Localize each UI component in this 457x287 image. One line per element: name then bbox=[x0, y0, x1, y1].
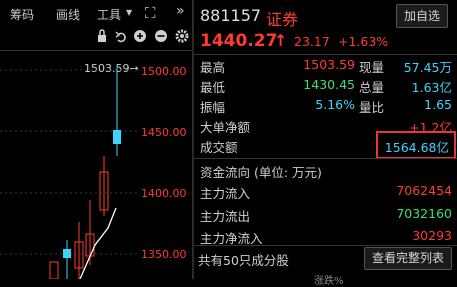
stock-name: 证券 bbox=[266, 10, 299, 29]
fund-flow-title: 资金流向 (单位: 万元) bbox=[200, 165, 322, 180]
vol-value: 57.45万 bbox=[403, 60, 452, 75]
separator bbox=[194, 158, 457, 159]
chart-icon-row bbox=[98, 29, 189, 43]
volume-ratio-label: 量比 bbox=[359, 100, 385, 115]
big-order-net-label: 大单净额 bbox=[200, 120, 251, 135]
main-inflow-value: 7062454 bbox=[396, 183, 452, 198]
constituents-count: 共有50只成分股 bbox=[198, 253, 289, 268]
add-watchlist-button[interactable]: 加自选 bbox=[396, 4, 448, 28]
vol-label: 现量 bbox=[359, 60, 385, 75]
candle-body bbox=[63, 249, 71, 258]
amplitude-value: 5.16% bbox=[315, 97, 355, 112]
more-icon[interactable]: » bbox=[176, 3, 185, 19]
candle-body bbox=[113, 130, 121, 144]
last-price: 1440.27 bbox=[200, 31, 278, 51]
lock-icon[interactable] bbox=[98, 29, 106, 42]
stock-code: 881157 bbox=[200, 6, 262, 25]
low-label: 最低 bbox=[200, 80, 226, 95]
candlestick-plot bbox=[0, 68, 138, 279]
y-tick: 1400.00 bbox=[141, 187, 187, 200]
total-value: 1.63亿 bbox=[411, 80, 452, 95]
price-change-pct: +1.63% bbox=[338, 34, 389, 49]
turnover-label: 成交额 bbox=[200, 140, 238, 155]
high-value: 1503.59 bbox=[303, 57, 355, 72]
zoom-in-icon[interactable] bbox=[134, 30, 146, 42]
moving-average-line bbox=[79, 207, 117, 279]
y-tick: 1350.00 bbox=[141, 248, 187, 261]
toolbar-chips[interactable]: 筹码 bbox=[10, 6, 34, 23]
total-label: 总量 bbox=[359, 80, 385, 95]
zoom-out-icon[interactable] bbox=[155, 30, 167, 42]
kline-chart-panel[interactable]: 筹码 画线 工具 ▼ ⛶ » 1503.59→ 1500.00 1450.00 … bbox=[0, 0, 192, 279]
low-value: 1430.45 bbox=[303, 77, 355, 92]
candle-body bbox=[49, 261, 59, 279]
turnover-value: 1564.68亿 bbox=[384, 140, 449, 155]
main-inflow-label: 主力流入 bbox=[200, 186, 251, 201]
up-arrow-icon: ↑ bbox=[274, 31, 288, 50]
main-outflow-value: 7032160 bbox=[396, 206, 452, 221]
toolbar-tools[interactable]: 工具 bbox=[97, 6, 121, 23]
y-tick: 1450.00 bbox=[141, 126, 187, 139]
quote-panel: 881157 证券 加自选 1440.27 ↑ 23.17 +1.63% 最高 … bbox=[194, 0, 457, 287]
separator bbox=[194, 245, 457, 246]
tools-dropdown-icon[interactable]: ▼ bbox=[126, 8, 132, 17]
volume-ratio-value: 1.65 bbox=[424, 97, 452, 112]
main-outflow-label: 主力流出 bbox=[200, 209, 251, 224]
amplitude-label: 振幅 bbox=[200, 100, 226, 115]
gear-icon[interactable] bbox=[175, 29, 189, 43]
view-full-list-button[interactable]: 查看完整列表 bbox=[364, 247, 452, 270]
toolbar-draw[interactable]: 画线 bbox=[56, 6, 80, 23]
price-change: 23.17 bbox=[294, 34, 330, 49]
undo-icon[interactable] bbox=[115, 31, 126, 43]
main-net-inflow-value: 30293 bbox=[412, 228, 452, 243]
separator bbox=[194, 54, 457, 55]
expand-icon[interactable]: ⛶ bbox=[145, 4, 156, 22]
column-header-partial: 涨跌% bbox=[314, 276, 344, 287]
y-tick: 1500.00 bbox=[141, 65, 187, 78]
high-label: 最高 bbox=[200, 60, 226, 75]
